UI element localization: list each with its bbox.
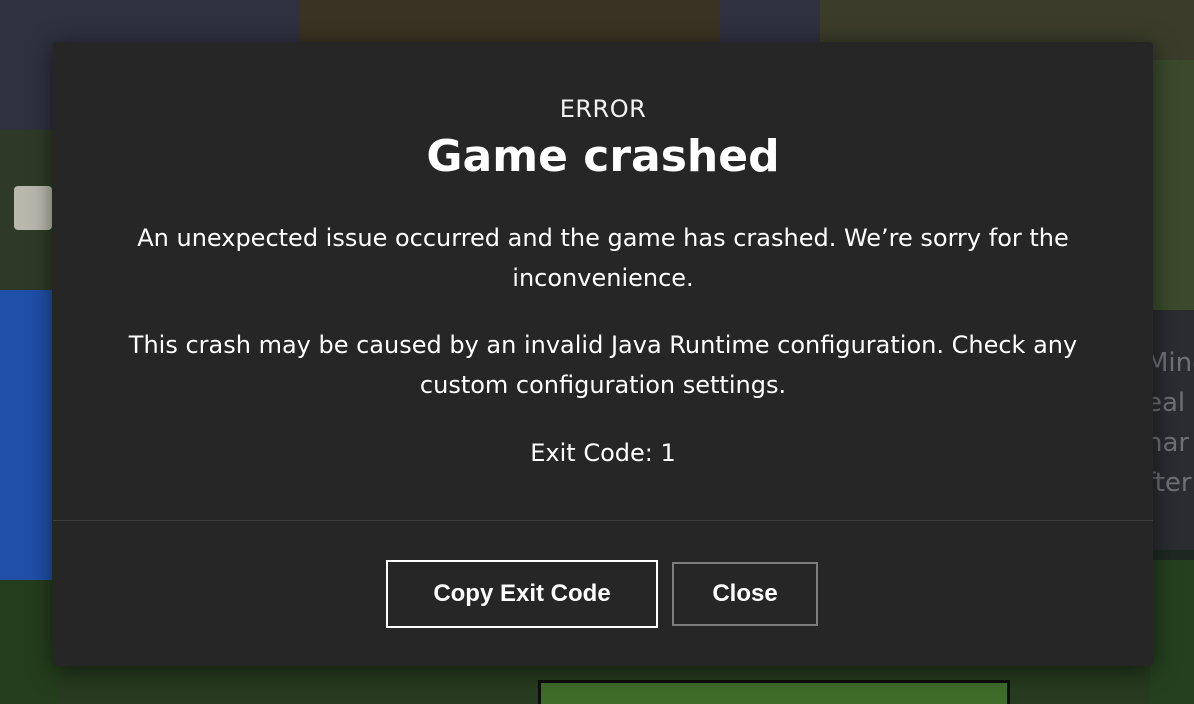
- crash-message: An unexpected issue occurred and the gam…: [137, 224, 1069, 292]
- background-flower: [14, 186, 52, 230]
- dialog-footer: Copy Exit Code Close: [53, 521, 1153, 666]
- background-side-text: Mine eal har fter: [1146, 343, 1194, 503]
- background-grass: [1150, 560, 1194, 704]
- background-water: [0, 290, 52, 580]
- side-text-line: Mine: [1146, 348, 1194, 378]
- copy-exit-code-button[interactable]: Copy Exit Code: [386, 560, 658, 628]
- exit-code-label: Exit Code: 1: [530, 439, 676, 467]
- background-grass: [0, 580, 60, 704]
- background-terrain: [1150, 60, 1194, 310]
- dialog-title: Game crashed: [426, 131, 780, 182]
- crash-cause-message: This crash may be caused by an invalid J…: [128, 331, 1078, 399]
- background-play-button: [538, 680, 1010, 704]
- crash-dialog: ERROR Game crashed An unexpected issue o…: [53, 42, 1153, 666]
- dialog-body: ERROR Game crashed An unexpected issue o…: [53, 42, 1153, 521]
- close-button[interactable]: Close: [672, 562, 818, 626]
- dialog-eyebrow: ERROR: [559, 95, 647, 123]
- side-text-line: har: [1146, 428, 1190, 458]
- side-text-line: eal: [1146, 388, 1186, 418]
- side-text-line: fter: [1146, 468, 1192, 498]
